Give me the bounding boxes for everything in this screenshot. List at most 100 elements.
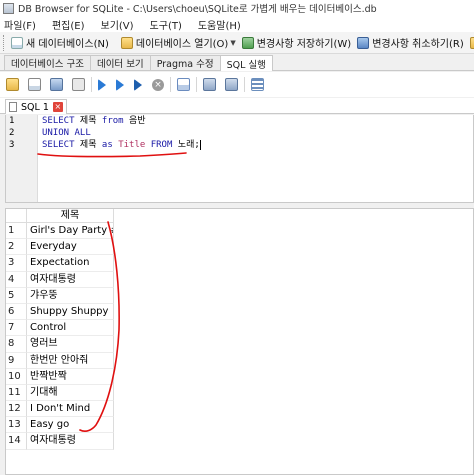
- results-grid[interactable]: 제목 1Girl's Day Party #12Everyday3Expecta…: [5, 208, 474, 475]
- menu-tools[interactable]: 도구(T): [150, 17, 182, 32]
- row-number[interactable]: 10: [6, 368, 27, 385]
- table-cell[interactable]: 반짝반짝: [27, 368, 114, 385]
- save-sql-file-icon[interactable]: [50, 78, 63, 91]
- table-cell[interactable]: 기대해: [27, 384, 114, 402]
- table-cell[interactable]: 한번만 안아줘: [27, 352, 114, 369]
- results-header: 제목: [6, 209, 114, 223]
- table-cell[interactable]: Girl's Day Party #1: [27, 223, 114, 240]
- toolbar-grip[interactable]: [3, 34, 4, 51]
- tab-execute-sql[interactable]: SQL 실행: [219, 55, 273, 71]
- close-icon[interactable]: ×: [52, 102, 63, 112]
- code-text: 제목: [74, 116, 102, 126]
- code-text: 음반: [123, 116, 146, 126]
- keyword-union-all: UNION ALL: [42, 128, 91, 138]
- new-database-icon: [11, 36, 23, 49]
- row-number[interactable]: 11: [6, 384, 27, 402]
- new-database-button[interactable]: 새 데이터베이스(N): [8, 33, 112, 53]
- open-database-label: 데이터베이스 열기(O): [135, 39, 229, 50]
- table-row[interactable]: 11 기대해: [6, 384, 114, 402]
- table-row[interactable]: 3 Expectation: [6, 255, 114, 272]
- code-line-3: SELECT 제목 as Title FROM 노래;: [42, 139, 201, 151]
- sql-tabbar: SQL 1 ×: [0, 98, 474, 114]
- grid-corner[interactable]: [6, 209, 27, 223]
- table-row[interactable]: 2 Everyday: [6, 239, 114, 256]
- line-number: 1: [9, 116, 15, 126]
- sql-toolbar: ×: [0, 72, 474, 97]
- row-number[interactable]: 5: [6, 287, 27, 304]
- table-row[interactable]: 7 Control: [6, 320, 114, 337]
- row-number[interactable]: 2: [6, 239, 27, 256]
- title-bar: DB Browser for SQLite - C:\Users\choeu\S…: [0, 0, 474, 16]
- open-database-button[interactable]: 데이터베이스 열기(O) ▼: [118, 33, 239, 53]
- table-row[interactable]: 12 I Don't Mind: [6, 401, 114, 418]
- write-changes-icon: [241, 36, 254, 49]
- code-line-2: UNION ALL: [42, 127, 201, 139]
- menu-help[interactable]: 도움말(H): [198, 17, 241, 32]
- revert-changes-button[interactable]: 변경사항 취소하기(R): [354, 33, 467, 53]
- sql-editor[interactable]: 1 2 3 SELECT 제목 from 음반 UNION ALL SELECT…: [5, 115, 474, 203]
- tab-browse-data[interactable]: 데이터 보기: [89, 55, 151, 70]
- open-tab-icon[interactable]: [6, 78, 19, 91]
- table-cell[interactable]: Everyday: [27, 239, 114, 256]
- table-cell[interactable]: 갸우뚱: [27, 287, 114, 304]
- line-number: 2: [9, 128, 15, 138]
- table-row[interactable]: 14 여자대통령: [6, 433, 114, 450]
- column-header-title[interactable]: 제목: [27, 209, 114, 223]
- results-rows: 1Girl's Day Party #12Everyday3Expectatio…: [6, 223, 114, 450]
- row-number[interactable]: 4: [6, 271, 27, 288]
- table-cell[interactable]: 여자대통령: [27, 271, 114, 288]
- keyword-from: from: [101, 116, 124, 126]
- table-row[interactable]: 9 한번만 안아줘: [6, 352, 114, 369]
- write-changes-label: 변경사항 저장하기(W): [256, 39, 352, 50]
- save-results-icon[interactable]: [177, 78, 190, 91]
- menu-edit[interactable]: 편집(E): [52, 17, 85, 32]
- tab-edit-pragmas[interactable]: Pragma 수정: [149, 55, 221, 70]
- table-row[interactable]: 8 영러브: [6, 336, 114, 353]
- row-number[interactable]: 3: [6, 255, 27, 272]
- row-number[interactable]: 7: [6, 320, 27, 337]
- print-icon[interactable]: [72, 78, 85, 91]
- chevron-down-icon[interactable]: ▼: [230, 39, 235, 47]
- table-cell[interactable]: 여자대통령: [27, 433, 114, 450]
- table-cell[interactable]: Shuppy Shuppy: [27, 303, 114, 321]
- table-row[interactable]: 13 Easy go: [6, 417, 114, 434]
- table-row[interactable]: 10 반짝반짝: [6, 368, 114, 385]
- comment-icon[interactable]: [251, 78, 264, 91]
- code-text: 제목: [74, 140, 102, 150]
- row-number[interactable]: 14: [6, 433, 27, 450]
- row-number[interactable]: 8: [6, 336, 27, 353]
- row-number[interactable]: 9: [6, 352, 27, 369]
- toolbar-separator: [170, 77, 171, 92]
- find-replace-icon[interactable]: [225, 78, 238, 91]
- row-number[interactable]: 6: [6, 303, 27, 321]
- table-cell[interactable]: Expectation: [27, 255, 114, 272]
- execute-current-line-icon[interactable]: [116, 78, 124, 91]
- menu-view[interactable]: 보기(V): [101, 17, 134, 32]
- open-sql-file-icon[interactable]: [28, 78, 41, 91]
- table-row[interactable]: 5 갸우뚱: [6, 287, 114, 304]
- table-row[interactable]: 6 Shuppy Shuppy: [6, 303, 114, 321]
- code-area[interactable]: SELECT 제목 from 음반 UNION ALL SELECT 제목 as…: [42, 115, 201, 151]
- revert-changes-label: 변경사항 취소하기(R): [372, 39, 464, 50]
- execute-all-icon[interactable]: [98, 78, 106, 91]
- stop-execution-icon[interactable]: ×: [152, 78, 164, 91]
- main-toolbar: 새 데이터베이스(N) 데이터베이스 열기(O) ▼ 변경사항 저장하기(W) …: [0, 32, 474, 54]
- table-row[interactable]: 1Girl's Day Party #1: [6, 223, 114, 240]
- find-icon[interactable]: [203, 78, 216, 91]
- table-cell[interactable]: 영러브: [27, 336, 114, 353]
- write-changes-button[interactable]: 변경사항 저장하기(W): [239, 33, 354, 53]
- row-number[interactable]: 13: [6, 417, 27, 434]
- table-cell[interactable]: Easy go: [27, 417, 114, 434]
- tab-database-structure[interactable]: 데이터베이스 구조: [4, 55, 91, 70]
- toolbar-separator: [244, 77, 245, 92]
- sql-tab[interactable]: SQL 1 ×: [5, 99, 67, 114]
- table-cell[interactable]: I Don't Mind: [27, 401, 114, 418]
- table-cell[interactable]: Control: [27, 320, 114, 337]
- row-number[interactable]: 12: [6, 401, 27, 418]
- row-number[interactable]: 1: [6, 223, 27, 240]
- overflow-button[interactable]: [467, 33, 474, 53]
- menu-file[interactable]: 파일(F): [4, 17, 36, 32]
- table-row[interactable]: 4 여자대통령: [6, 271, 114, 288]
- execute-selection-icon[interactable]: [134, 78, 142, 91]
- main-tabbar: 데이터베이스 구조 데이터 보기 Pragma 수정 SQL 실행: [0, 55, 474, 71]
